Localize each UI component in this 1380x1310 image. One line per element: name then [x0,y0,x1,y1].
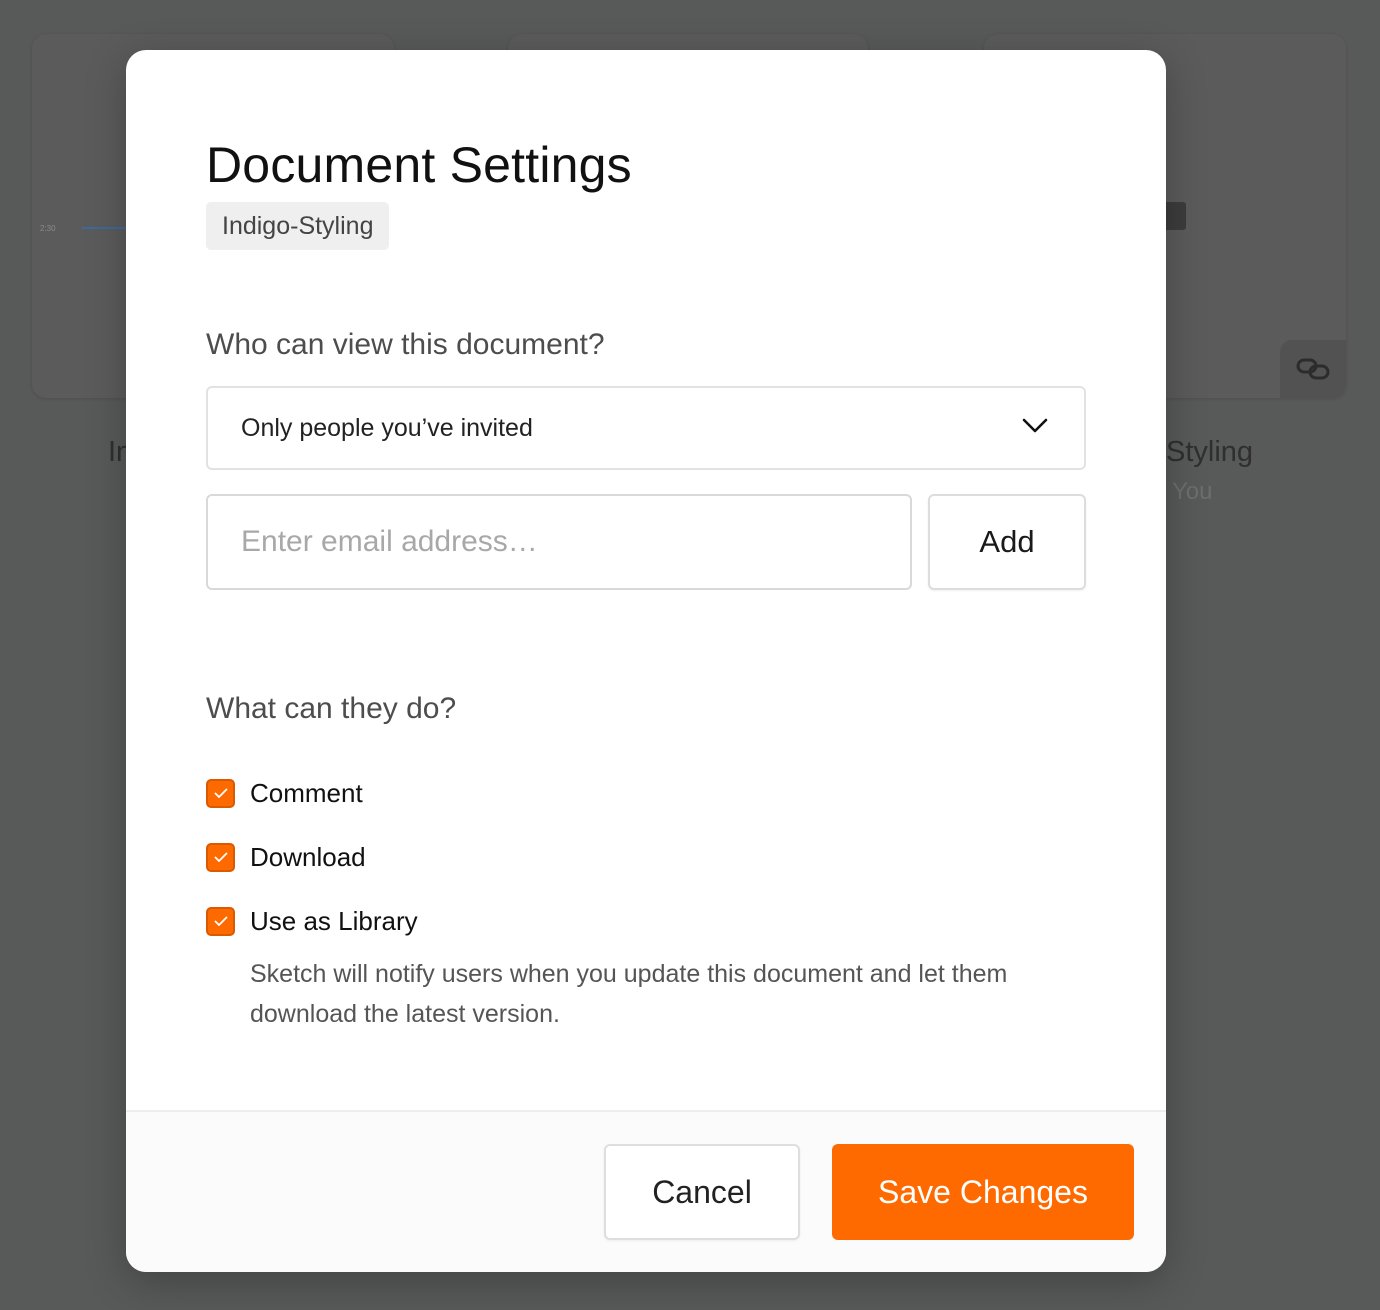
chevron-down-icon [1022,418,1048,433]
dialog-title: Document Settings [206,137,632,193]
comment-label: Comment [250,778,363,808]
checkmark-icon [214,916,227,926]
library-description: Sketch will notify users when you update… [250,960,1008,1028]
checkmark-icon [214,852,227,862]
background-link-button [1280,340,1346,398]
visibility-selected-value: Only people you’ve invited [241,413,533,442]
use-as-library-checkbox[interactable] [206,907,235,936]
cancel-button[interactable]: Cancel [604,1144,800,1240]
document-name-tag: Indigo-Styling [206,202,390,250]
visibility-label: Who can view this document? [206,328,605,361]
email-input[interactable] [206,494,912,590]
download-label: Download [250,842,366,872]
dialog-footer: Cancel Save Changes [126,1110,1166,1272]
permission-comment[interactable]: Comment [206,778,363,809]
use-as-library-label: Use as Library [250,906,418,936]
document-settings-dialog: Document Settings Indigo-Styling Who can… [126,50,1166,1272]
background-card-title: Styling [1166,436,1254,468]
visibility-select[interactable]: Only people you’ve invited [206,386,1086,470]
permission-download[interactable]: Download [206,842,366,873]
permission-use-as-library[interactable]: Use as Library [206,906,418,937]
comment-checkbox[interactable] [206,779,235,808]
save-changes-button[interactable]: Save Changes [832,1144,1134,1240]
background-card-owner: You [1172,478,1213,505]
download-checkbox[interactable] [206,843,235,872]
link-icon [1296,358,1330,380]
background-chart-tick: 2:30 [40,224,56,233]
checkmark-icon [214,788,227,798]
add-button[interactable]: Add [928,494,1086,590]
permissions-label: What can they do? [206,692,457,725]
